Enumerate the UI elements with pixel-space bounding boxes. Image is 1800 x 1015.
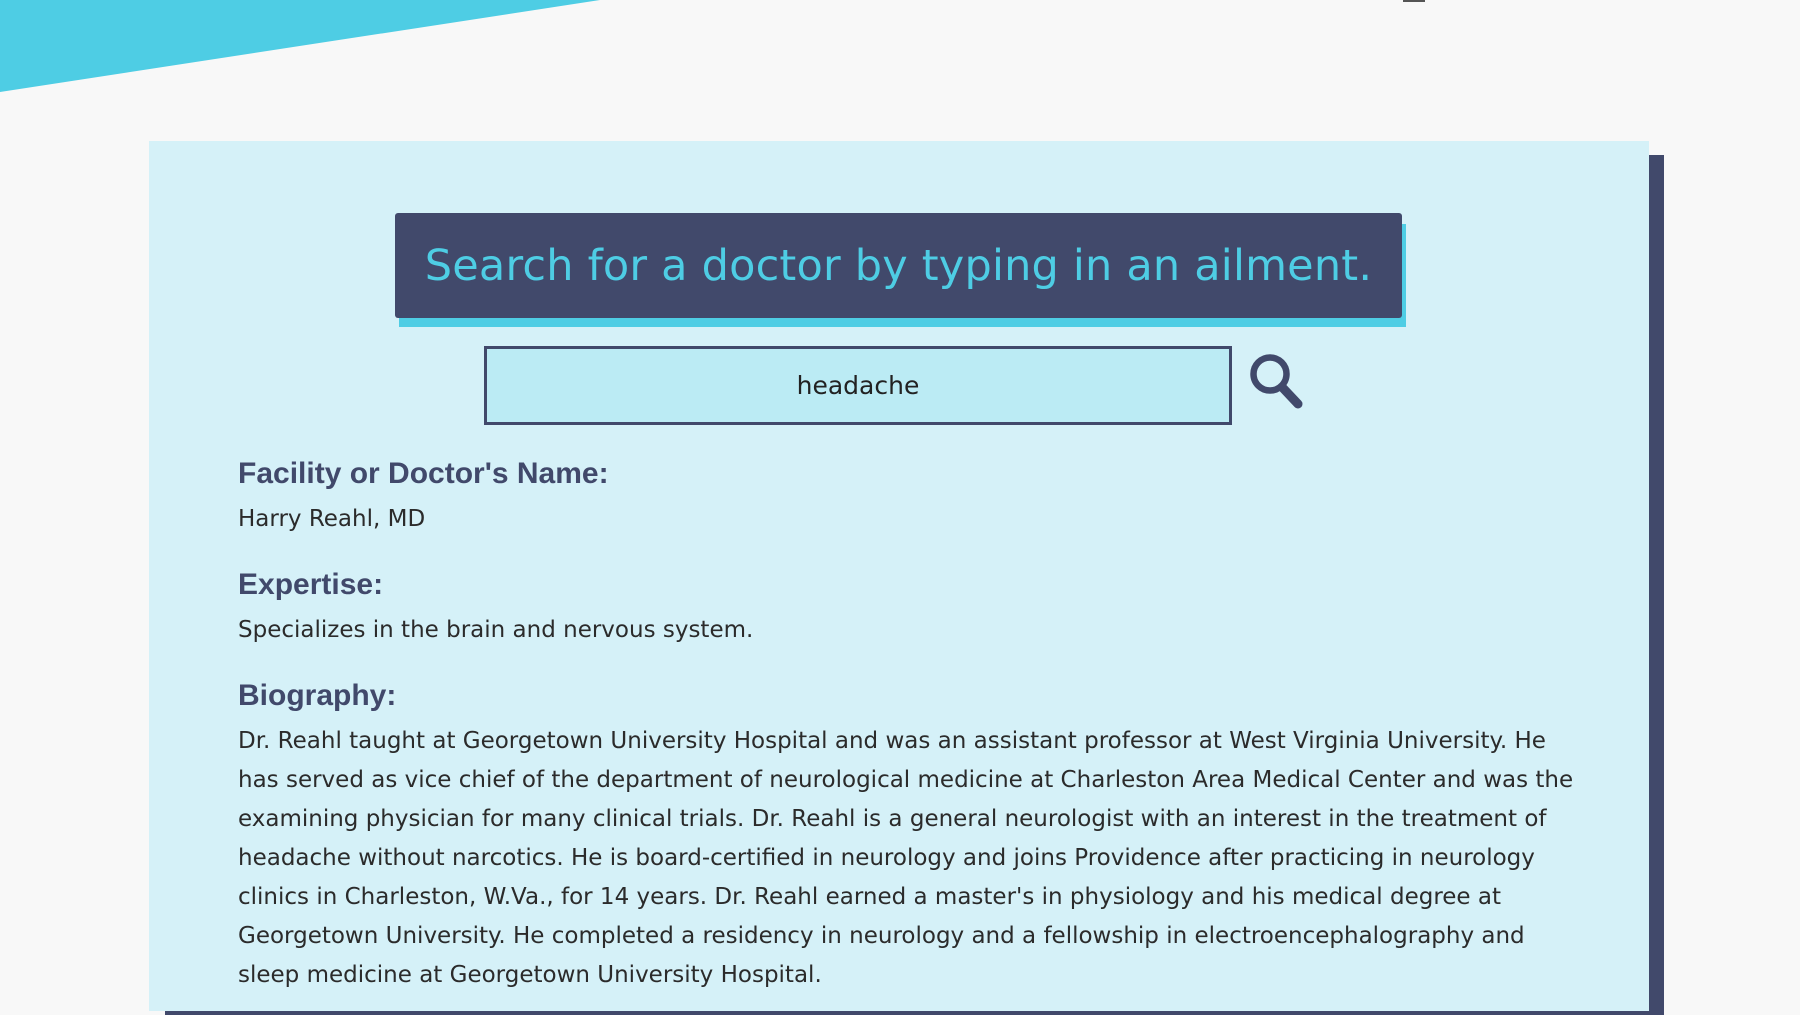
expertise-value: Specializes in the brain and nervous sys… [238,617,754,643]
search-banner: Search for a doctor by typing in an ailm… [395,213,1402,318]
biography-section: Biography: Dr. Reahl taught at Georgetow… [238,678,1578,995]
search-card: Search for a doctor by typing in an ailm… [149,141,1649,1011]
decorative-corner-stripe [0,0,600,92]
top-divider-mark [1403,0,1425,2]
doctor-name-section: Facility or Doctor's Name: Harry Reahl, … [238,456,609,539]
biography-text: Dr. Reahl taught at Georgetown Universit… [238,728,1574,988]
biography-label: Biography: [238,679,397,712]
ailment-search-input[interactable] [484,346,1232,425]
expertise-label: Expertise: [238,568,384,601]
banner-title: Search for a doctor by typing in an ailm… [424,240,1373,291]
expertise-section: Expertise: Specializes in the brain and … [238,567,753,650]
doctor-name-label: Facility or Doctor's Name: [238,457,609,490]
doctor-name-value: Harry Reahl, MD [238,506,426,532]
search-icon[interactable] [1248,352,1304,410]
